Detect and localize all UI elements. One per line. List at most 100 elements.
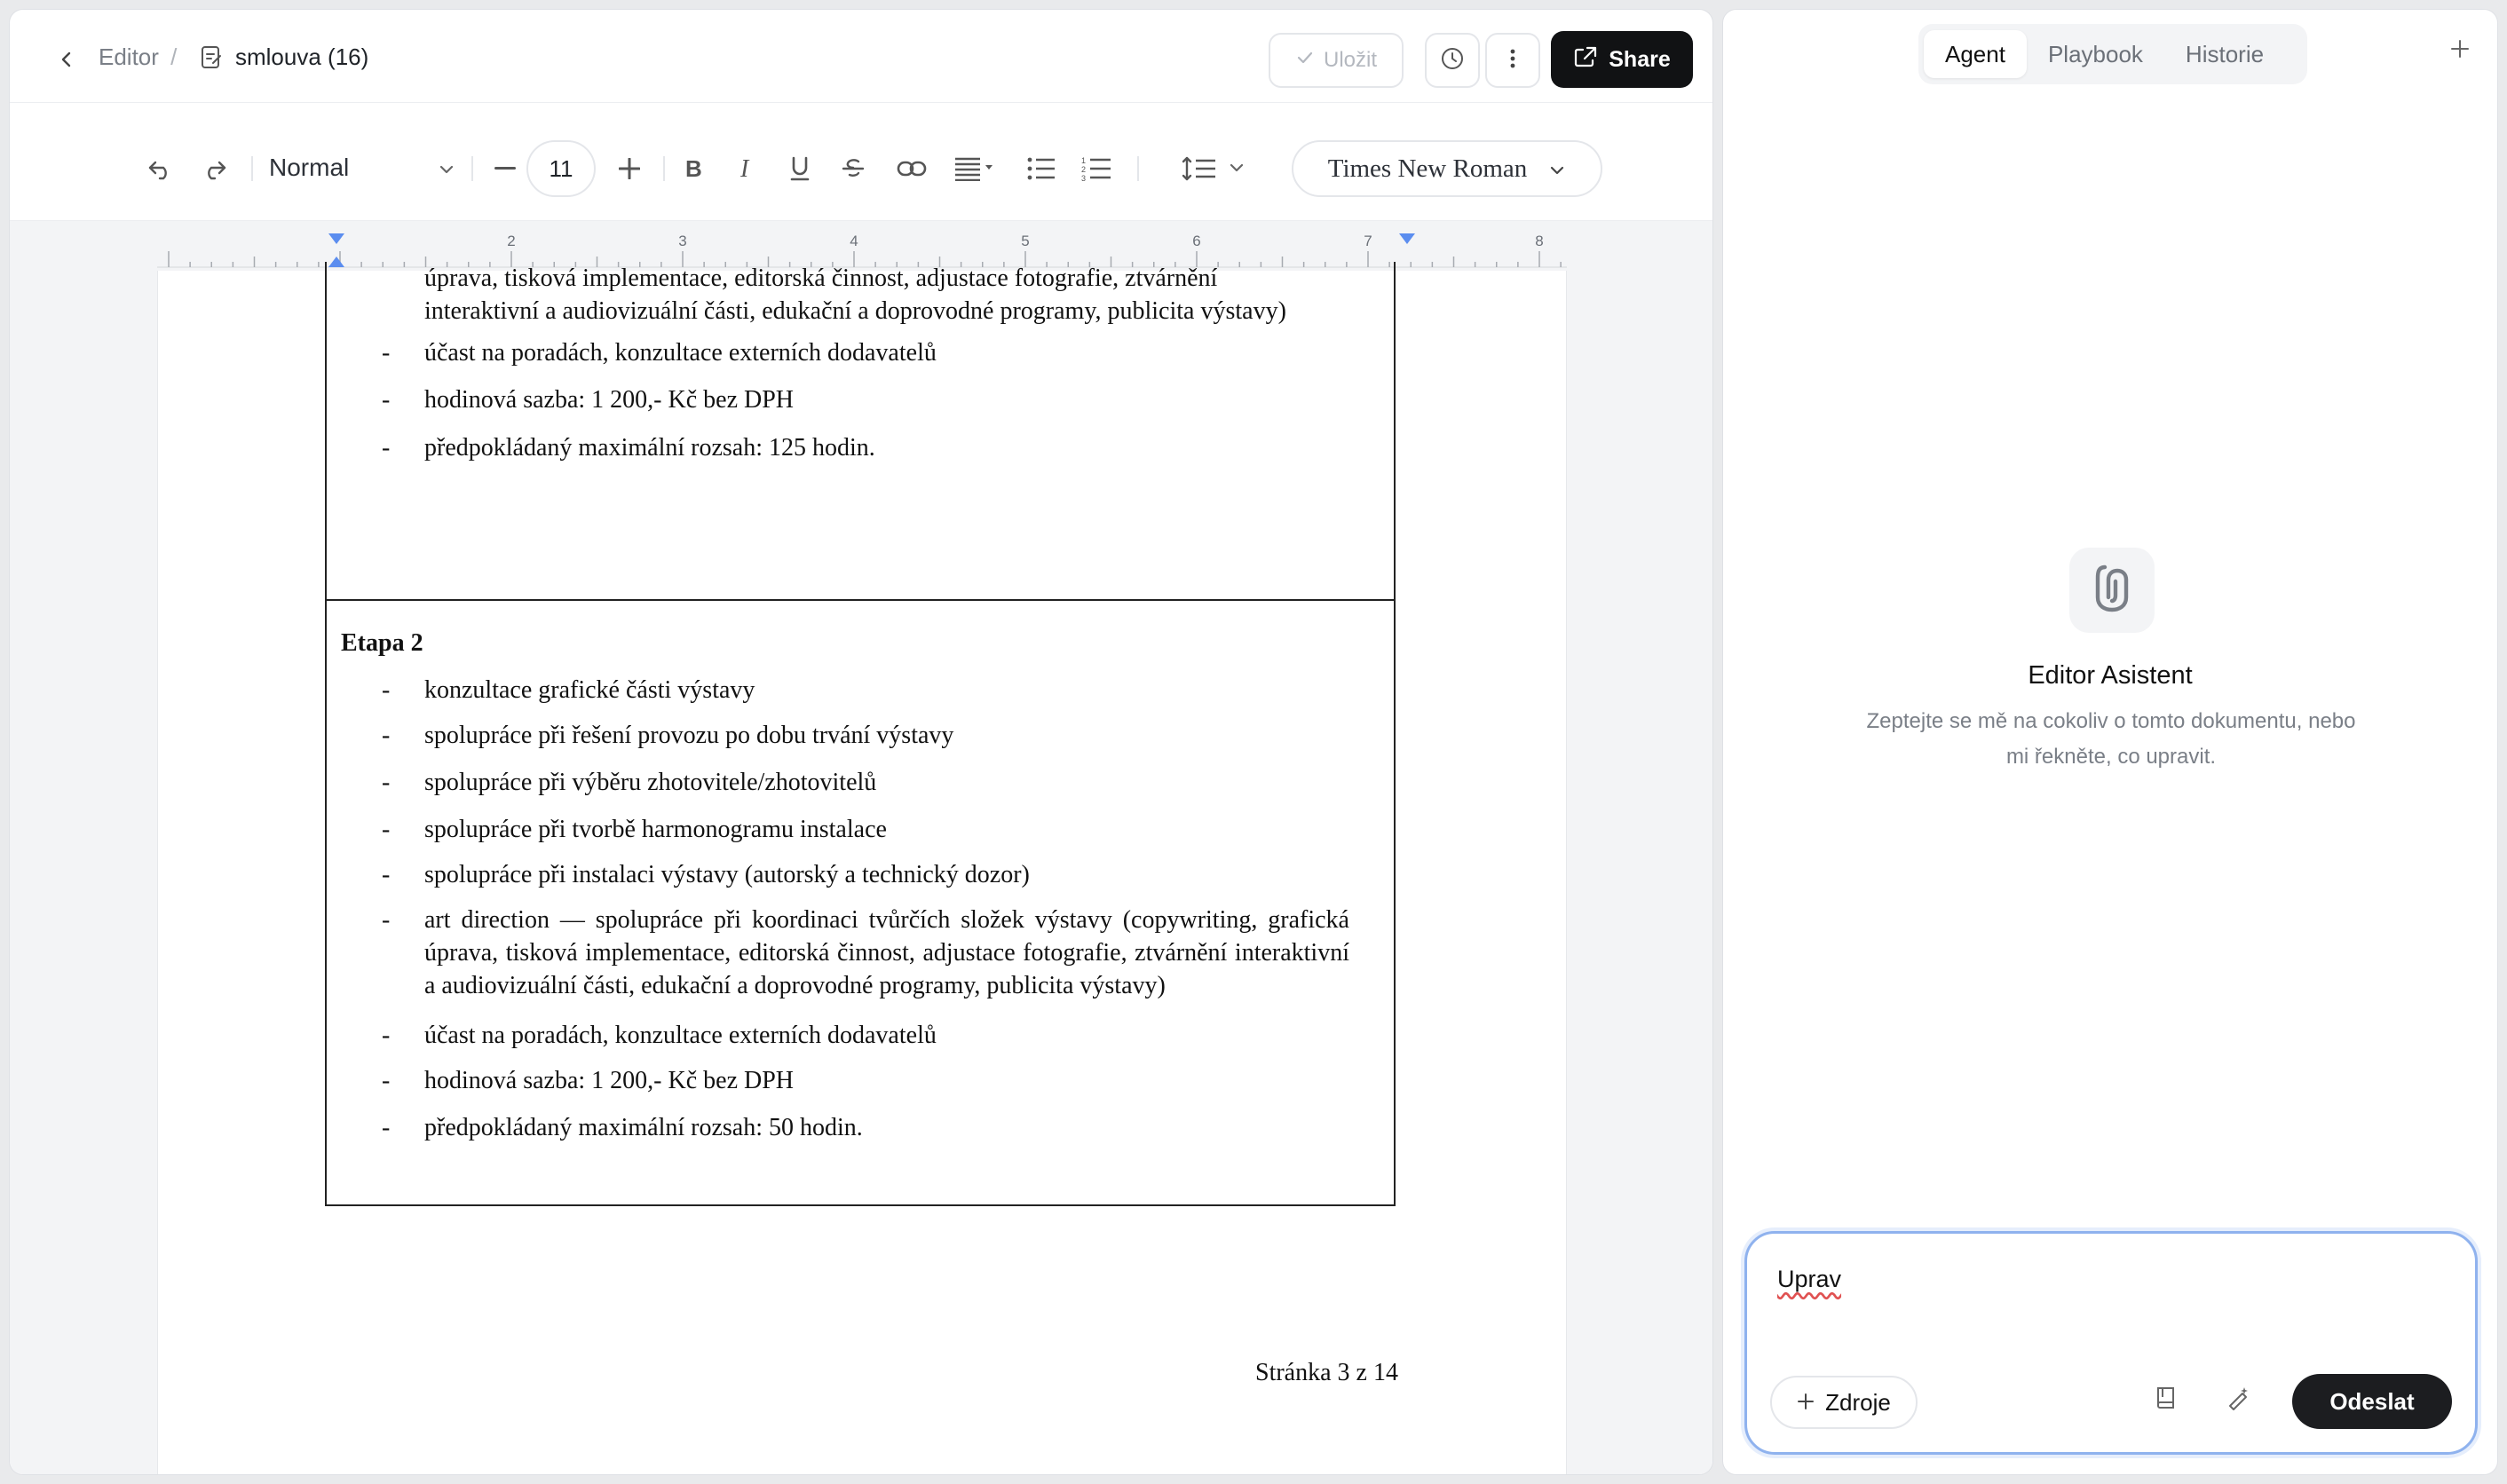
bullet-list-icon[interactable] [1025,151,1057,186]
ruler-label: 8 [1535,233,1543,249]
list-item-text: spolupráce při řešení provozu po dobu tr… [424,722,954,749]
indent-marker[interactable] [1399,233,1415,244]
magic-wand-icon[interactable] [2225,1385,2251,1416]
underline-icon[interactable] [784,151,816,186]
list-item: - účast na poradách, konzultace externíc… [382,1019,1349,1052]
breadcrumb-separator: / [170,43,178,70]
toolbar-divider [251,156,253,181]
sources-button[interactable]: Zdroje [1770,1376,1918,1429]
document-title[interactable]: smlouva (16) [235,43,368,71]
ruler-label: 3 [678,233,686,249]
tab-agent[interactable]: Agent [1924,30,2027,78]
ruler-label: 7 [1364,233,1372,249]
list-item-text: předpokládaný maximální rozsah: 50 hodin… [424,1114,863,1141]
document-icon [200,45,223,75]
document-canvas: 2 3 4 5 6 7 8 úprava, tisková implementace, ed… [10,221,1712,1474]
font-family-value: Times New Roman [1327,154,1528,183]
svg-text:B: B [685,157,702,180]
formatting-toolbar: Normal 11 B I 1 2 3 Times New Roman [10,102,1712,221]
share-button[interactable]: Share [1551,31,1693,88]
continued-text-line: úprava, tisková implementace, editorská … [424,264,1218,292]
assistant-title: Editor Asistent [2028,661,2193,690]
list-item: - art direction — spolupráce při koordin… [382,904,1349,1002]
toolbar-divider [663,156,665,181]
list-item-text: spolupráce při instalaci výstavy (autors… [424,861,1030,888]
italic-icon[interactable]: I [731,151,763,186]
breadcrumb-root-label: Editor [99,43,159,70]
chat-input[interactable]: Uprav [1777,1266,1841,1293]
font-size-input[interactable]: 11 [526,140,596,197]
table-cell-etapa-2[interactable]: Etapa 2 - konzultace grafické části výst… [325,599,1396,1206]
list-item-text: konzultace grafické části výstavy [424,676,755,704]
list-item: - předpokládaný maximální rozsah: 50 hod… [382,1111,1349,1144]
list-item-text: účast na poradách, konzultace externích … [424,1022,937,1049]
list-item: - hodinová sazba: 1 200,- Kč bez DPH [382,1064,1349,1097]
list-item: - spolupráce při výběru zhotovitele/zhot… [382,766,1349,799]
list-dash: - [382,906,391,934]
redo-icon[interactable] [196,151,232,186]
save-button[interactable]: Uložit [1269,33,1404,88]
numbered-list-icon[interactable]: 123 [1080,151,1112,186]
list-item: - spolupráce při instalaci výstavy (auto… [382,858,1349,891]
assistant-logo [2069,548,2155,633]
chevron-down-icon [1548,154,1566,184]
list-item: - spolupráce při řešení provozu po dobu … [382,719,1349,752]
more-button[interactable] [1485,33,1540,88]
book-icon[interactable] [2154,1385,2179,1416]
list-dash: - [382,676,391,704]
clock-icon [1440,46,1465,75]
font-family-select[interactable]: Times New Roman [1292,140,1602,197]
increase-font-size-icon[interactable] [613,151,645,186]
svg-text:I: I [739,157,750,180]
section-heading: Etapa 2 [341,629,423,657]
list-dash: - [382,861,391,888]
list-dash: - [382,1022,391,1049]
list-item: - hodinová sazba: 1 200,- Kč bez DPH [382,383,1349,416]
list-item-text: účast na poradách, konzultace externích … [424,339,937,367]
new-chat-plus-icon[interactable] [2449,38,2471,64]
decrease-font-size-icon[interactable] [489,151,521,186]
undo-icon[interactable] [143,151,178,186]
list-item: - konzultace grafické části výstavy [382,674,1349,706]
link-icon[interactable] [894,151,929,186]
bold-icon[interactable]: B [677,151,709,186]
chevron-left-icon [57,50,76,74]
tab-historie[interactable]: Historie [2164,30,2285,78]
list-item-text: hodinová sazba: 1 200,- Kč bez DPH [424,1067,795,1094]
list-item: - účast na poradách, konzultace externíc… [382,336,1349,369]
share-icon [1573,45,1598,75]
paragraph-style-select[interactable]: Normal [269,147,455,188]
ruler-label: 5 [1021,233,1029,249]
share-label: Share [1609,46,1671,72]
line-spacing-icon[interactable] [1180,151,1251,186]
continued-text-line: interaktivní a audiovizuální části, eduk… [424,297,1286,325]
list-dash: - [382,769,391,796]
assistant-description: Zeptejte se mě na cokoliv o tomto dokume… [1866,709,2356,769]
align-justify-icon[interactable] [953,151,997,186]
check-icon [1295,48,1315,74]
sources-label: Zdroje [1825,1388,1891,1416]
back-button[interactable] [45,40,88,83]
paragraph-style-value: Normal [269,154,350,181]
chat-composer[interactable]: Uprav Zdroje Odeslat [1744,1231,2478,1455]
save-label: Uložit [1323,48,1377,72]
paperclip-logo-icon [2092,562,2131,620]
list-dash: - [382,339,391,367]
strikethrough-icon[interactable] [837,151,869,186]
list-item-text: spolupráce při tvorbě harmonogramu insta… [424,816,887,843]
ruler-label: 6 [1192,233,1200,249]
indent-marker[interactable] [328,233,344,244]
list-dash: - [382,386,391,414]
tab-playbook[interactable]: Playbook [2027,30,2164,78]
breadcrumb-editor[interactable]: Editor / [99,43,177,71]
list-item: - předpokládaný maximální rozsah: 125 ho… [382,431,1349,464]
document-page[interactable]: úprava, tisková implementace, editorská … [157,262,1567,1474]
list-item-text: předpokládaný maximální rozsah: 125 hodi… [424,434,875,462]
send-button[interactable]: Odeslat [2292,1374,2452,1429]
ruler-label: 2 [507,233,515,249]
list-item: - spolupráce při tvorbě harmonogramu ins… [382,813,1349,846]
table-cell-etapa-1[interactable]: úprava, tisková implementace, editorská … [325,262,1396,601]
list-item-text: hodinová sazba: 1 200,- Kč bez DPH [424,386,795,414]
list-item-text: spolupráce při výběru zhotovitele/zhotov… [424,769,877,796]
history-button[interactable] [1425,33,1480,88]
